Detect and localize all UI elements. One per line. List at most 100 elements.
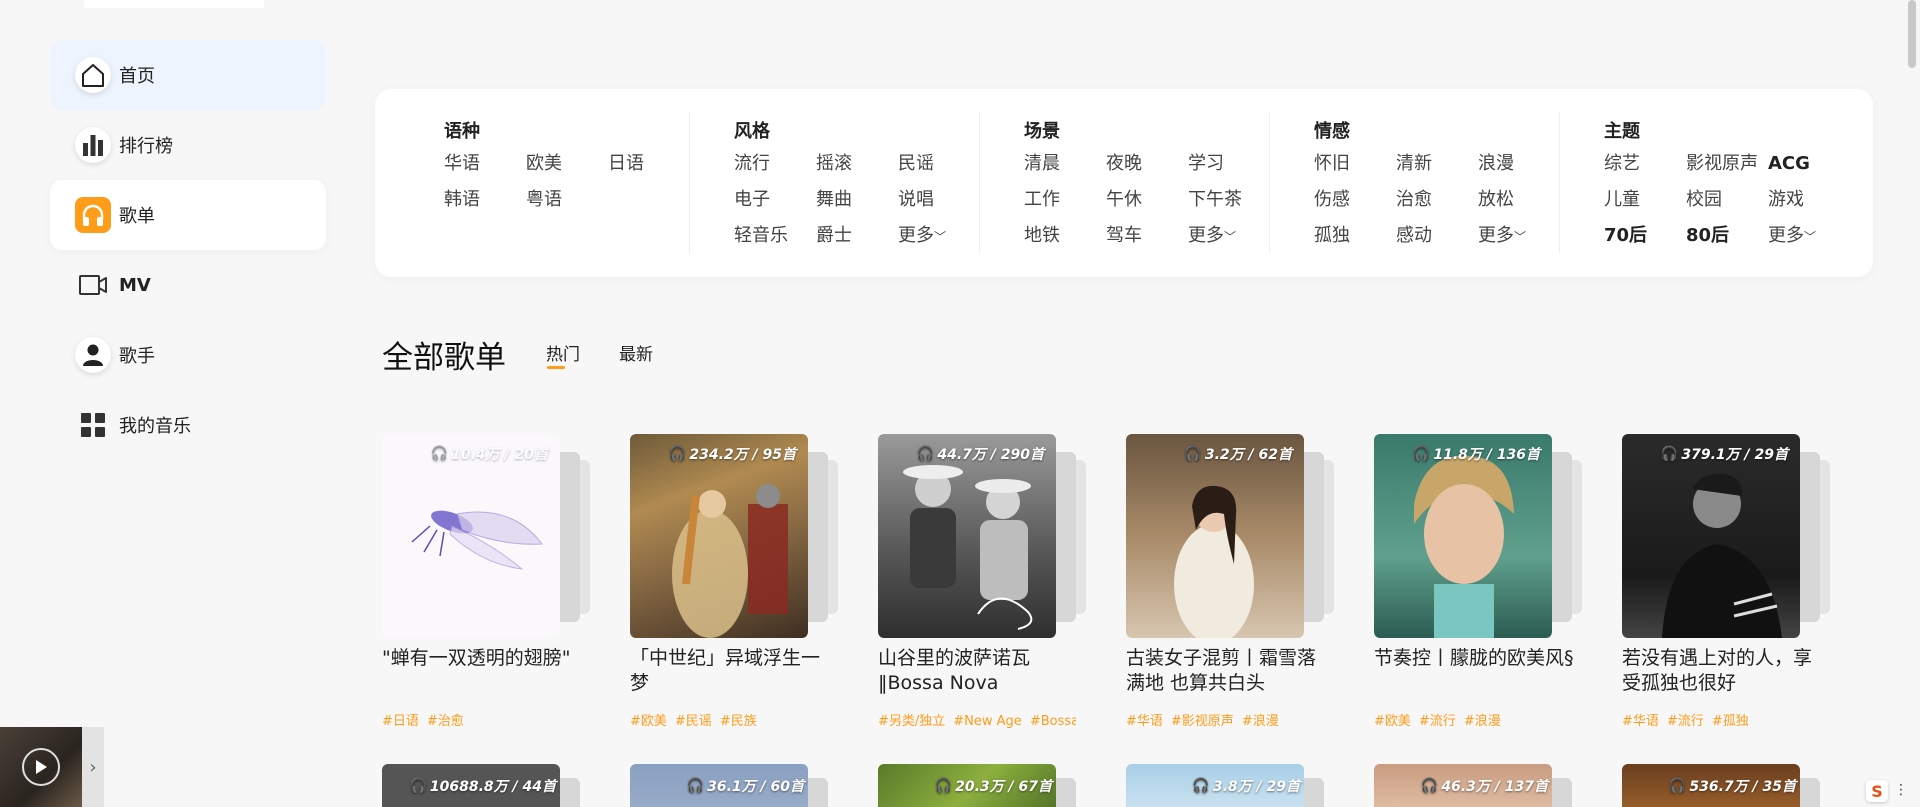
section-title: 全部歌单 (382, 340, 506, 376)
playlist-tag[interactable]: #欧美 (630, 714, 667, 729)
play-icon[interactable] (22, 748, 60, 786)
filter-tag[interactable]: 怀旧 (1314, 151, 1396, 177)
playlist-tag[interactable]: #流行 (1667, 714, 1704, 729)
filter-tag[interactable]: 感动 (1396, 223, 1478, 249)
playlist-tag[interactable]: #流行 (1419, 714, 1456, 729)
playlist-title[interactable]: 古装女子混剪丨霜雪落满地 也算共白头 (1126, 646, 1331, 698)
more-label: 更多 (1478, 225, 1514, 246)
filter-tag[interactable]: 学习 (1188, 151, 1270, 177)
filter-tag[interactable]: 综艺 (1604, 151, 1686, 177)
sidebar-item-label: 首页 (119, 66, 155, 87)
playlist-title[interactable]: 节奏控丨朦胧的欧美风§ (1374, 646, 1579, 698)
playlist-cover[interactable] (1126, 434, 1304, 638)
playlist-tag[interactable]: #浪漫 (1464, 714, 1501, 729)
playlist-card[interactable]: 🎧 11.8万 / 136首 节奏控丨朦胧的欧美风§ #欧美 #流行 #浪漫 (1374, 434, 1584, 729)
playlist-tag[interactable]: #另类/独立 (878, 714, 945, 729)
filter-tag[interactable]: 舞曲 (816, 187, 898, 213)
filter-tag[interactable]: 欧美 (526, 151, 608, 177)
playlist-tag[interactable]: #影视原声 (1171, 714, 1234, 729)
filter-tag[interactable]: 游戏 (1768, 187, 1850, 213)
sidebar-item-my-music[interactable]: 我的音乐 (50, 390, 326, 460)
filter-tag[interactable]: 午休 (1106, 187, 1188, 213)
filter-tag[interactable]: 日语 (608, 151, 690, 177)
playlist-tags: #欧美 #民谣 #民族 (630, 710, 828, 729)
more-button[interactable]: 更多﹀ (898, 223, 980, 249)
filter-tag[interactable]: 清晨 (1024, 151, 1106, 177)
filter-tag[interactable]: 儿童 (1604, 187, 1686, 213)
playlist-tag[interactable]: #华语 (1622, 714, 1659, 729)
playlist-card[interactable]: 🎧 44.7万 / 290首 山谷里的波萨诺瓦 ‖Bossa Nova #另类/独… (878, 434, 1088, 729)
filter-tag[interactable]: 轻音乐 (734, 223, 816, 249)
playlist-title[interactable]: 若没有遇上对的人，享受孤独也很好 (1622, 646, 1827, 698)
filter-tag[interactable]: 校园 (1686, 187, 1768, 213)
play-count: 🎧 379.1万 / 29首 (1661, 444, 1788, 464)
playlist-card[interactable]: 🎧 234.2万 / 95首 「中世纪」异域浮生一梦 #欧美 #民谣 #民族 (630, 434, 840, 729)
playlist-tag[interactable]: #民谣 (675, 714, 712, 729)
playlist-cover[interactable] (1622, 434, 1800, 638)
filter-tag[interactable]: 韩语 (444, 187, 526, 213)
filter-tag[interactable]: 电子 (734, 187, 816, 213)
playlist-tag[interactable]: #治愈 (427, 714, 464, 729)
more-button[interactable]: 更多﹀ (1768, 223, 1850, 249)
playlist-cover[interactable] (630, 434, 808, 638)
tab-newest[interactable]: 最新 (619, 340, 653, 365)
sidebar-item-singers[interactable]: 歌手 (50, 320, 326, 390)
playlist-title[interactable]: "蝉有一双透明的翅膀" (382, 646, 587, 698)
filter-tag[interactable]: 摇滚 (816, 151, 898, 177)
ime-icon[interactable]: S (1866, 780, 1888, 802)
playlist-tag[interactable]: #民族 (720, 714, 757, 729)
filter-tag[interactable]: 华语 (444, 151, 526, 177)
play-count: 🎧 3.8万 / 29首 (1192, 776, 1300, 796)
playlist-cover[interactable] (1374, 434, 1552, 638)
playlist-title[interactable]: 「中世纪」异域浮生一梦 (630, 646, 835, 698)
more-button[interactable]: 更多﹀ (1188, 223, 1270, 249)
playlist-card[interactable]: 🎧 379.1万 / 29首 若没有遇上对的人，享受孤独也很好 #华语 #流行 #孤独 (1622, 434, 1832, 729)
playlist-tag[interactable]: #日语 (382, 714, 419, 729)
filter-tag[interactable]: 影视原声 (1686, 151, 1768, 177)
playlist-card[interactable]: 🎧 3.2万 / 62首 古装女子混剪丨霜雪落满地 也算共白头 #华语 #影视原声 #… (1126, 434, 1336, 729)
scrollbar-thumb[interactable] (1908, 0, 1916, 68)
filter-tag[interactable]: 孤独 (1314, 223, 1396, 249)
sidebar-item-home[interactable]: 首页 (50, 40, 326, 110)
playlist-title[interactable]: 山谷里的波萨诺瓦 ‖Bossa Nova (878, 646, 1083, 698)
playlist-card[interactable]: 🎧 10.4万 / 20首 "蝉有一双透明的翅膀" #日语 #治愈 (382, 434, 592, 729)
ime-menu-icon[interactable]: ⋮ (1894, 782, 1908, 798)
filter-tag[interactable]: 70后 (1604, 223, 1686, 249)
sidebar-item-mv[interactable]: MV (50, 250, 326, 320)
filter-tag[interactable]: 浪漫 (1478, 151, 1560, 177)
filter-tag[interactable]: 说唱 (898, 187, 980, 213)
filter-tag[interactable]: 地铁 (1024, 223, 1106, 249)
filter-tag[interactable]: 伤感 (1314, 187, 1396, 213)
filter-tag[interactable]: 下午茶 (1188, 187, 1270, 213)
filter-tag[interactable]: 驾车 (1106, 223, 1188, 249)
cover-stack (1056, 452, 1076, 622)
filter-tag[interactable]: 爵士 (816, 223, 898, 249)
playlist-tag[interactable]: #孤独 (1712, 714, 1749, 729)
playlist-tag[interactable]: #华语 (1126, 714, 1163, 729)
sidebar-item-playlists[interactable]: 歌单 (50, 180, 326, 250)
filter-tag[interactable]: 流行 (734, 151, 816, 177)
filter-tag[interactable]: 工作 (1024, 187, 1106, 213)
playlist-tag[interactable]: #浪漫 (1242, 714, 1279, 729)
playlist-tag[interactable]: #New Age (953, 714, 1022, 729)
filter-tag[interactable]: 放松 (1478, 187, 1560, 213)
mini-player-thumbnail[interactable] (0, 727, 82, 807)
playlist-tag[interactable]: #Bossa Nova (1030, 714, 1076, 729)
tab-hot[interactable]: 热门 (546, 340, 580, 365)
chevron-down-icon: ﹀ (934, 230, 947, 244)
filter-tag[interactable]: 民谣 (898, 151, 980, 177)
chevron-down-icon: ﹀ (1514, 230, 1527, 244)
chevron-right-icon[interactable]: › (82, 727, 104, 807)
playlist-cover[interactable] (878, 434, 1056, 638)
filter-tag[interactable]: ACG (1768, 151, 1850, 177)
filter-tag[interactable]: 治愈 (1396, 187, 1478, 213)
sidebar-item-label: 排行榜 (119, 136, 173, 157)
playlist-cover[interactable] (382, 434, 560, 638)
sidebar-item-charts[interactable]: 排行榜 (50, 110, 326, 180)
filter-tag[interactable]: 清新 (1396, 151, 1478, 177)
playlist-tag[interactable]: #欧美 (1374, 714, 1411, 729)
filter-tag[interactable]: 80后 (1686, 223, 1768, 249)
more-button[interactable]: 更多﹀ (1478, 223, 1560, 249)
filter-tag[interactable]: 粤语 (526, 187, 608, 213)
filter-tag[interactable]: 夜晚 (1106, 151, 1188, 177)
